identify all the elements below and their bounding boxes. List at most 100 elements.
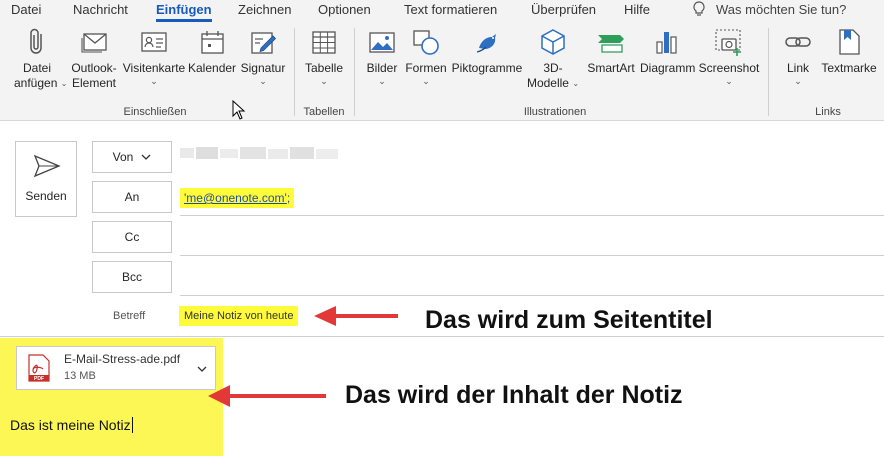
icons-button[interactable]: Piktogramme xyxy=(450,26,524,76)
signature-button[interactable]: Signatur ⌄ xyxy=(238,26,288,86)
mouse-pointer-icon xyxy=(232,100,246,120)
shapes-label: Formen xyxy=(405,61,447,75)
to-recipient-field[interactable]: 'me@onenote.com'; xyxy=(180,188,295,208)
pdf-file-icon: PDF xyxy=(28,354,50,382)
bird-icon xyxy=(476,34,496,53)
chevron-down-icon: ⌄ xyxy=(378,76,386,86)
smartart-icon xyxy=(598,35,624,53)
chart-label: Diagramm xyxy=(640,61,696,75)
chevron-down-icon[interactable] xyxy=(197,366,207,372)
chevron-down-icon xyxy=(141,154,151,160)
chart-button[interactable]: Diagramm xyxy=(640,26,696,76)
table-icon xyxy=(312,31,336,54)
link-chain-icon xyxy=(785,37,811,47)
group-divider xyxy=(354,28,355,116)
recipient-address: 'me@onenote.com' xyxy=(184,191,287,205)
picture-icon xyxy=(369,32,395,53)
send-label: Senden xyxy=(25,189,67,203)
chevron-down-icon: ⌄ xyxy=(60,79,68,89)
3d-models-button[interactable]: 3D- Modelle ⌄ xyxy=(525,26,581,91)
group-label-tabellen: Tabellen xyxy=(303,106,345,118)
cc-button[interactable]: Cc xyxy=(92,221,172,253)
calendar-label: Kalender xyxy=(188,61,237,75)
bookmark-button[interactable]: Textmarke xyxy=(820,26,878,76)
tab-optionen[interactable]: Optionen xyxy=(318,2,371,17)
calendar-button[interactable]: Kalender xyxy=(188,26,236,76)
business-card-icon xyxy=(141,32,167,52)
chevron-down-icon: ⌄ xyxy=(422,76,430,86)
bcc-button[interactable]: Bcc xyxy=(92,261,172,293)
table-button[interactable]: Tabelle ⌄ xyxy=(302,26,346,86)
outlook-item-label-2: Element xyxy=(71,76,117,90)
business-card-button[interactable]: Visitenkarte ⌄ xyxy=(121,26,187,86)
chevron-down-icon: ⌄ xyxy=(150,76,158,86)
arrow-to-subject xyxy=(314,306,398,326)
link-button[interactable]: Link ⌄ xyxy=(778,26,818,86)
sender-address-blurred xyxy=(180,147,338,159)
table-label: Tabelle xyxy=(304,61,344,75)
group-label-links: Links xyxy=(815,106,841,118)
shapes-button[interactable]: Formen ⌄ xyxy=(404,26,448,86)
annotation-content-note: Das wird der Inhalt der Notiz xyxy=(345,381,683,409)
ribbon: Datei anfügen ⌄ Outlook- Element Visiten… xyxy=(0,22,884,121)
attachment-name: E-Mail-Stress-ade.pdf xyxy=(64,352,181,366)
to-label: An xyxy=(124,190,140,204)
header-body-divider xyxy=(0,336,884,337)
annotation-title-note: Das wird zum Seitentitel xyxy=(425,306,713,334)
screenshot-camera-icon xyxy=(715,29,741,56)
tell-me-placeholder: Was möchten Sie tun? xyxy=(716,1,847,17)
attach-file-button[interactable]: Datei anfügen ⌄ xyxy=(14,26,67,91)
to-button[interactable]: An xyxy=(92,181,172,213)
3d-models-label-2: Modelle xyxy=(526,76,569,90)
chevron-down-icon: ⌄ xyxy=(320,76,328,86)
body-text: Das ist meine Notiz xyxy=(10,417,131,433)
pdf-type-label: PDF xyxy=(34,376,44,382)
tab-zeichnen[interactable]: Zeichnen xyxy=(238,2,291,17)
cc-field-underline xyxy=(180,255,884,256)
send-paper-plane-icon xyxy=(33,154,61,178)
subject-value: Meine Notiz von heute xyxy=(184,310,294,322)
outlook-item-button[interactable]: Outlook- Element xyxy=(68,26,120,91)
subject-label: Betreff xyxy=(113,310,146,322)
from-button[interactable]: Von xyxy=(92,141,172,173)
chevron-down-icon: ⌄ xyxy=(259,76,267,86)
pictures-button[interactable]: Bilder ⌄ xyxy=(362,26,402,86)
link-label: Link xyxy=(786,61,809,75)
from-label: Von xyxy=(112,150,134,164)
lightbulb-icon xyxy=(693,1,705,16)
tell-me-search[interactable]: Was möchten Sie tun? xyxy=(692,1,846,17)
group-divider xyxy=(294,28,295,116)
signature-pen-icon xyxy=(251,32,277,54)
recipient-separator: ; xyxy=(286,191,291,205)
chevron-down-icon: ⌄ xyxy=(572,79,580,89)
3d-models-label-1: 3D- xyxy=(543,61,563,75)
text-caret xyxy=(131,417,133,433)
screenshot-label: Screenshot xyxy=(698,61,760,75)
to-field-underline xyxy=(180,215,884,216)
tab-datei[interactable]: Datei xyxy=(11,2,41,17)
icons-label: Piktogramme xyxy=(451,61,523,75)
bcc-label: Bcc xyxy=(121,270,142,284)
cc-label: Cc xyxy=(124,230,140,244)
tab-text-formatieren[interactable]: Text formatieren xyxy=(404,2,497,17)
arrow-to-body xyxy=(208,385,326,407)
smartart-button[interactable]: SmartArt xyxy=(584,26,638,76)
tab-einfuegen[interactable]: Einfügen xyxy=(156,2,212,22)
tab-nachricht[interactable]: Nachricht xyxy=(73,2,128,17)
message-body[interactable]: Das ist meine Notiz xyxy=(10,417,133,433)
attachment-card[interactable]: PDF E-Mail-Stress-ade.pdf 13 MB xyxy=(16,346,216,390)
subject-field[interactable]: Meine Notiz von heute xyxy=(179,306,299,326)
group-label-illustrationen: Illustrationen xyxy=(523,106,587,118)
attach-file-label-2: anfügen xyxy=(14,76,58,90)
screenshot-button[interactable]: Screenshot ⌄ xyxy=(698,26,760,86)
group-label-einschliessen: Einschließen xyxy=(123,106,187,118)
calendar-icon xyxy=(201,31,224,54)
cube-icon xyxy=(541,29,565,55)
menu-bar: Datei Nachricht Einfügen Zeichnen Option… xyxy=(0,0,884,22)
tab-hilfe[interactable]: Hilfe xyxy=(624,2,650,17)
send-button[interactable]: Senden xyxy=(15,141,77,217)
attach-file-label-1: Datei xyxy=(22,61,51,75)
tab-ueberpruefen[interactable]: Überprüfen xyxy=(531,2,596,17)
shapes-icon xyxy=(413,30,439,55)
attachment-size: 13 MB xyxy=(64,370,96,382)
